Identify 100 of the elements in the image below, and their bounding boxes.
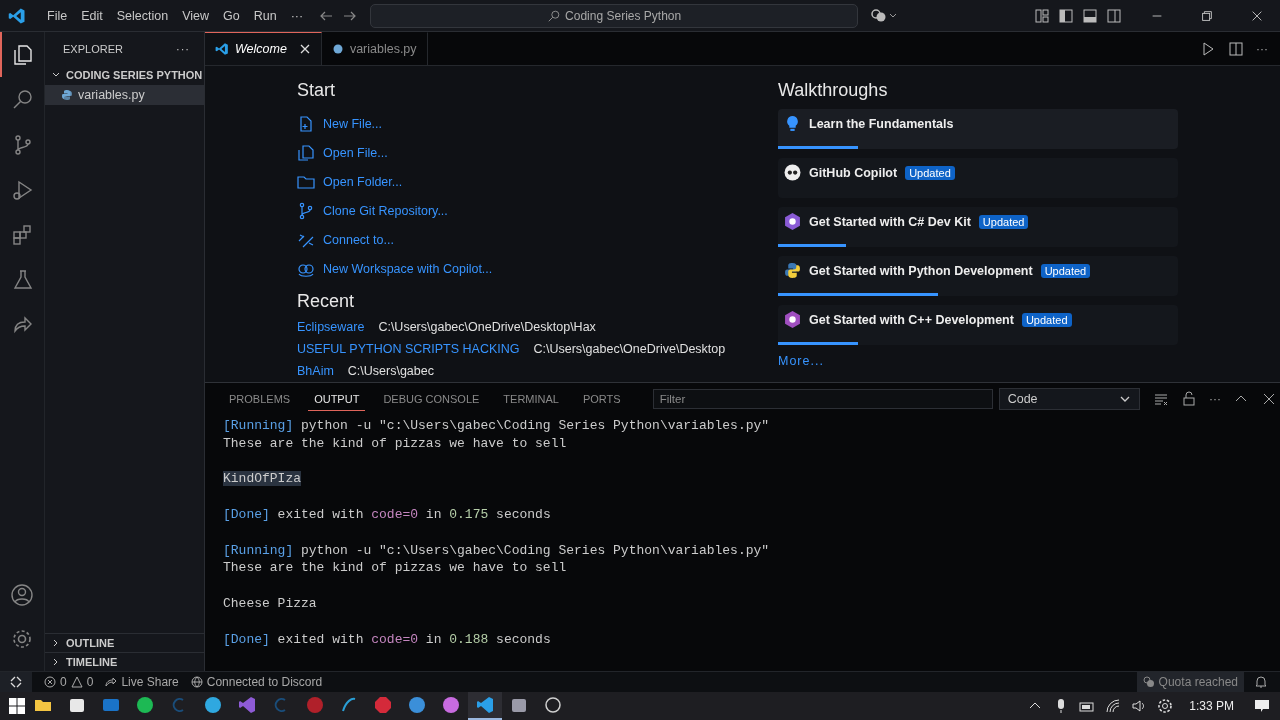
panel-tab[interactable]: TERMINAL	[497, 387, 565, 411]
swirl-app-icon[interactable]	[340, 696, 358, 714]
error-icon	[44, 676, 56, 688]
restore-icon[interactable]	[1200, 8, 1214, 23]
close-tab-icon[interactable]	[298, 43, 311, 55]
search-icon	[547, 8, 562, 23]
run-icon[interactable]	[1200, 40, 1216, 57]
start-link[interactable]: New Workspace with Copilot...	[323, 261, 493, 276]
notification-bell-icon[interactable]	[1254, 675, 1268, 689]
menu-item[interactable]: Go	[216, 5, 247, 26]
git-icon	[297, 201, 315, 220]
output-line: [Done] exited with code=0 in 0.188 seconds	[223, 630, 552, 649]
updated-badge: Updated	[1040, 263, 1091, 278]
more-actions-button[interactable]: ···	[1256, 41, 1268, 56]
studio-app-icon[interactable]	[238, 696, 256, 714]
menu-item[interactable]: View	[175, 5, 216, 26]
walkthrough-card[interactable]: GitHub Copilot Updated	[778, 158, 1178, 198]
more-actions-button[interactable]: ···	[1209, 392, 1221, 406]
python-icon	[61, 89, 73, 101]
output-line: [Running] python -u "c:\Users\gabec\Coding Series Python\variables.py"	[223, 541, 771, 560]
hexagon-icon	[784, 311, 801, 328]
status-label: Connected to Discord	[206, 675, 323, 689]
wifi-icon[interactable]	[1105, 698, 1122, 714]
editor-tab[interactable]: Welcome	[205, 32, 322, 65]
editor-tab[interactable]: variables.py	[321, 32, 428, 65]
lightbulb-icon	[784, 115, 801, 132]
recent-link[interactable]: Eclipseware	[297, 320, 365, 334]
stop-app-icon[interactable]	[374, 696, 392, 714]
settings-icon[interactable]	[1157, 698, 1174, 714]
status-label: Quota reached	[1158, 675, 1238, 689]
menu-item[interactable]: Selection	[109, 5, 176, 26]
discord-status[interactable]: Connected to Discord	[184, 675, 329, 689]
clock[interactable]: 1:33 PM	[1189, 699, 1234, 713]
walkthrough-card[interactable]: Learn the Fundamentals	[778, 109, 1178, 149]
output-line: Cheese Pizza	[223, 594, 318, 613]
new-file-icon	[297, 114, 315, 133]
open-file-icon	[297, 143, 315, 162]
recent-path: C:\Users\gabec	[347, 364, 434, 378]
start-link[interactable]: Connect to...	[323, 232, 394, 247]
walkthrough-card[interactable]: Get Started with C++ Development Updated	[778, 305, 1178, 345]
settings-icon[interactable]	[10, 627, 34, 651]
sidebar-toggle-icon[interactable]	[1058, 7, 1074, 24]
aperture-app-icon[interactable]	[544, 696, 562, 714]
menu-item[interactable]: Run	[246, 5, 284, 26]
python-icon	[784, 262, 801, 279]
error-count: 0	[60, 675, 67, 689]
recent-path: C:\Users\gabec\OneDrive\Desktop\Hax	[378, 320, 596, 334]
more-actions-button[interactable]: ···	[176, 42, 190, 55]
filter-field[interactable]: Filter	[652, 389, 993, 409]
share-arrow-icon	[105, 676, 118, 688]
clear-output-icon[interactable]	[1153, 391, 1169, 407]
sidebar-title: EXPLORER	[63, 42, 123, 55]
start-link[interactable]: Open Folder...	[323, 174, 403, 189]
code-app-icon[interactable]	[476, 696, 494, 714]
windows-start-icon[interactable]	[8, 697, 26, 715]
more-link[interactable]: More...	[778, 354, 1178, 368]
channel-dropdown[interactable]: Code	[998, 388, 1140, 410]
menu-item[interactable]: ···	[283, 5, 311, 26]
warning-icon	[70, 676, 83, 688]
secondary-sidebar-icon[interactable]	[1106, 7, 1122, 24]
menu-item[interactable]: Edit	[74, 5, 110, 26]
start-link[interactable]: Clone Git Repository...	[323, 203, 448, 218]
live-share-status[interactable]: Live Share	[99, 675, 185, 689]
explorer-row[interactable]: variables.py	[45, 85, 204, 105]
section-header[interactable]: OUTLINE	[45, 633, 204, 652]
section-heading: Recent	[297, 291, 356, 312]
start-link[interactable]: New File...	[323, 116, 383, 131]
account-icon[interactable]	[10, 583, 34, 607]
updated-badge: Updated	[1021, 312, 1072, 327]
lock-icon[interactable]	[1181, 391, 1197, 407]
warning-count: 0	[86, 675, 94, 689]
hexagon-icon	[784, 213, 801, 230]
panel-tab[interactable]: PROBLEMS	[223, 387, 297, 411]
quota-status[interactable]: Quota reached	[1136, 672, 1244, 692]
remote-button[interactable]	[0, 672, 32, 692]
app-logo-icon	[215, 42, 229, 56]
menu-item[interactable]: File	[40, 5, 75, 26]
folder-header[interactable]: CODING SERIES PYTHON	[45, 65, 204, 85]
problems-status[interactable]: 0 0	[38, 675, 100, 689]
close-panel-icon[interactable]	[1261, 391, 1277, 407]
updated-badge: Updated	[978, 214, 1029, 229]
output-line: [Running] python -u "c:\Users\gabec\Coding Series Python\variables.py"	[223, 417, 771, 435]
panel-tab[interactable]: OUTPUT	[308, 387, 366, 411]
panel-toggle-icon[interactable]	[1082, 7, 1098, 24]
recent-path: C:\Users\gabec\OneDrive\Desktop	[533, 342, 726, 356]
walkthrough-card[interactable]: Get Started with C# Dev Kit Updated	[778, 207, 1178, 247]
recent-link[interactable]: USEFUL PYTHON SCRIPTS HACKING	[297, 342, 520, 356]
section-heading: Walkthroughs	[778, 80, 889, 101]
walkthrough-card[interactable]: Get Started with Python Development Updated	[778, 256, 1178, 296]
updated-badge: Updated	[905, 165, 955, 180]
notifications-icon[interactable]	[1254, 698, 1270, 714]
output-line: These are the kind of pizzas we have to sell	[223, 559, 568, 578]
panel-tab[interactable]: DEBUG CONSOLE	[377, 387, 486, 411]
recent-link[interactable]: BhAim	[297, 364, 334, 378]
command-center[interactable]: Coding Series Python	[370, 3, 859, 28]
layout-icon[interactable]	[1034, 7, 1050, 24]
remote-icon	[9, 675, 23, 689]
panel-tab[interactable]: PORTS	[576, 387, 627, 411]
split-editor-icon[interactable]	[1228, 40, 1244, 57]
start-link[interactable]: Open File...	[323, 145, 388, 160]
